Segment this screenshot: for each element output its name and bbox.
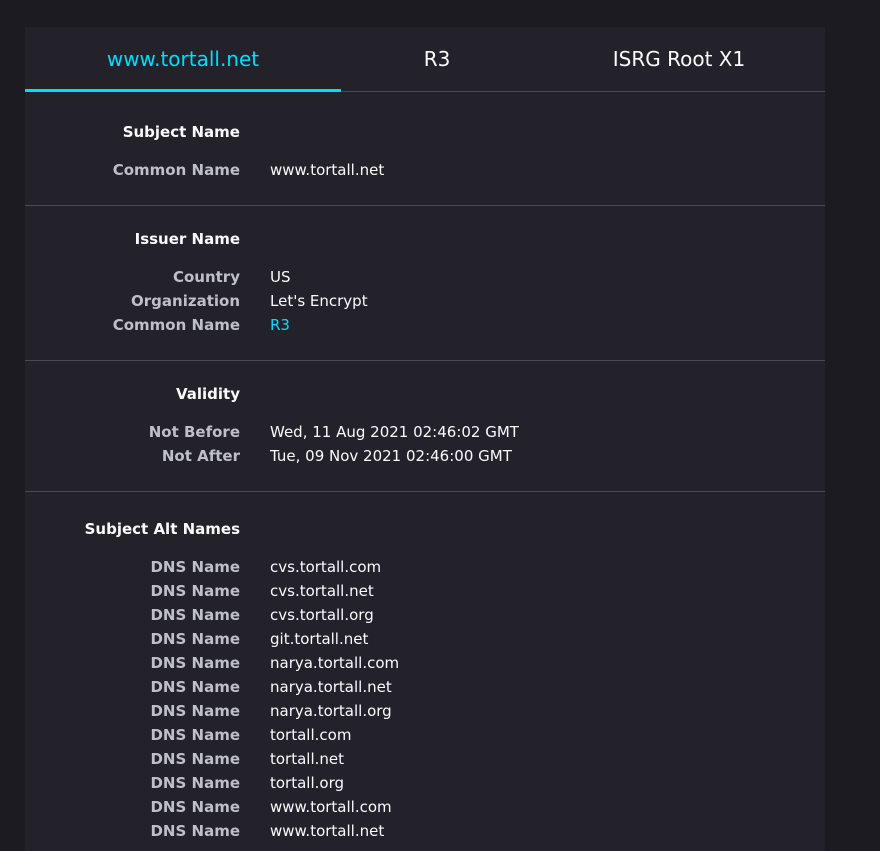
validity-section: Validity Not Before Wed, 11 Aug 2021 02:… <box>25 361 825 492</box>
field-row: Common Name R3 <box>25 316 825 340</box>
issuer-name-section: Issuer Name Country US Organization Let'… <box>25 206 825 361</box>
field-row: DNS Name narya.tortall.org <box>25 702 825 726</box>
field-row: DNS Name cvs.tortall.net <box>25 582 825 606</box>
field-label: DNS Name <box>150 702 240 720</box>
field-value: Wed, 11 Aug 2021 02:46:02 GMT <box>270 423 519 441</box>
field-value: narya.tortall.net <box>270 678 392 696</box>
field-label: DNS Name <box>150 654 240 672</box>
field-row: DNS Name tortall.org <box>25 774 825 798</box>
field-label: Country <box>172 268 240 286</box>
field-label: DNS Name <box>150 798 240 816</box>
tab-www-tortall-net[interactable]: www.tortall.net <box>25 27 341 92</box>
field-label: DNS Name <box>150 582 240 600</box>
field-label: Organization <box>131 292 240 310</box>
field-value: git.tortall.net <box>270 630 369 648</box>
field-row: DNS Name tortall.com <box>25 726 825 750</box>
field-value: tortall.net <box>270 750 345 768</box>
field-row: Country US <box>25 268 825 292</box>
field-value: www.tortall.com <box>270 798 392 816</box>
section-title: Subject Name <box>122 123 240 141</box>
section-title: Validity <box>175 385 240 403</box>
field-label: DNS Name <box>150 726 240 744</box>
section-title: Issuer Name <box>134 230 240 248</box>
field-label: DNS Name <box>150 822 240 840</box>
field-label: DNS Name <box>150 630 240 648</box>
field-row: DNS Name cvs.tortall.com <box>25 558 825 582</box>
field-row: DNS Name tortall.net <box>25 750 825 774</box>
field-label: Not Before <box>148 423 240 441</box>
field-row: DNS Name www.tortall.com <box>25 798 825 822</box>
certificate-viewer-panel: www.tortall.net R3 ISRG Root X1 Subject … <box>25 27 825 851</box>
field-label: DNS Name <box>150 558 240 576</box>
field-row: Organization Let's Encrypt <box>25 292 825 316</box>
field-label: DNS Name <box>150 678 240 696</box>
field-label: Common Name <box>112 161 240 179</box>
field-value: www.tortall.net <box>270 161 385 179</box>
field-value: narya.tortall.com <box>270 654 400 672</box>
field-value: narya.tortall.org <box>270 702 392 720</box>
field-row: DNS Name cvs.tortall.org <box>25 606 825 630</box>
field-row: Common Name www.tortall.net <box>25 161 825 185</box>
field-row: DNS Name www.tortall.net <box>25 822 825 846</box>
issuer-common-name-link[interactable]: R3 <box>270 316 290 334</box>
field-row: DNS Name narya.tortall.net <box>25 678 825 702</box>
field-value: Tue, 09 Nov 2021 02:46:00 GMT <box>270 447 512 465</box>
field-label: Not After <box>161 447 240 465</box>
field-value: cvs.tortall.org <box>270 606 374 624</box>
subject-name-section: Subject Name Common Name www.tortall.net <box>25 92 825 206</box>
field-label: DNS Name <box>150 774 240 792</box>
field-row: DNS Name narya.tortall.com <box>25 654 825 678</box>
field-label: Common Name <box>112 316 240 334</box>
subject-alt-names-section: Subject Alt Names DNS Name cvs.tortall.co… <box>25 492 825 851</box>
field-value: tortall.org <box>270 774 345 792</box>
field-row: Not After Tue, 09 Nov 2021 02:46:00 GMT <box>25 447 825 471</box>
field-label: DNS Name <box>150 750 240 768</box>
section-title: Subject Alt Names <box>84 520 240 538</box>
field-value: Let's Encrypt <box>270 292 368 310</box>
tab-isrg-root-x1[interactable]: ISRG Root X1 <box>533 27 825 91</box>
field-value: tortall.com <box>270 726 352 744</box>
field-value: cvs.tortall.net <box>270 582 374 600</box>
field-value: cvs.tortall.com <box>270 558 382 576</box>
field-value: US <box>270 268 291 286</box>
field-row: DNS Name git.tortall.net <box>25 630 825 654</box>
field-row: Not Before Wed, 11 Aug 2021 02:46:02 GMT <box>25 423 825 447</box>
tab-r3[interactable]: R3 <box>341 27 533 91</box>
field-value: www.tortall.net <box>270 822 385 840</box>
field-label: DNS Name <box>150 606 240 624</box>
certificate-tabs: www.tortall.net R3 ISRG Root X1 <box>25 27 825 92</box>
